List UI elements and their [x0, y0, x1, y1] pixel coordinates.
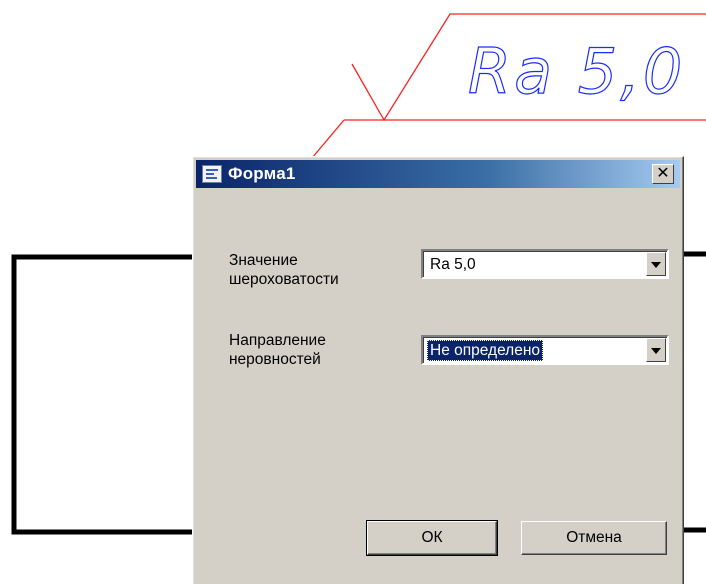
- irregularity-direction-label-line2: неровностей: [229, 351, 321, 368]
- irregularity-direction-selected: Не определено: [427, 340, 544, 361]
- roughness-value-label-line2: шероховатости: [229, 271, 339, 288]
- cancel-button[interactable]: Отмена: [521, 521, 667, 555]
- form-window-icon[interactable]: [202, 165, 222, 183]
- roughness-value-selected: Ra 5,0: [430, 256, 476, 273]
- dialog-titlebar[interactable]: Форма1 ✕: [196, 160, 680, 188]
- cad-canvas: Ra 5,0 Форма1 ✕ Значение шероховатости R…: [0, 0, 706, 584]
- close-button[interactable]: ✕: [652, 164, 674, 184]
- irregularity-direction-label-line1: Направление: [229, 332, 326, 349]
- roughness-annotation-text: Ra 5,0: [468, 35, 685, 108]
- roughness-leader-tail: [311, 119, 345, 159]
- chevron-down-icon[interactable]: [646, 338, 666, 362]
- roughness-value-combo[interactable]: Ra 5,0: [421, 249, 669, 279]
- roughness-value-label: Значение шероховатости: [229, 251, 339, 289]
- close-icon: ✕: [656, 165, 670, 182]
- irregularity-direction-combo[interactable]: Не определено: [421, 335, 669, 365]
- ok-button[interactable]: ОК: [366, 520, 498, 556]
- chevron-down-icon[interactable]: [646, 252, 666, 276]
- part-outline-left: [11, 254, 192, 535]
- dialog-title: Форма1: [228, 164, 296, 183]
- irregularity-direction-label: Направление неровностей: [229, 331, 326, 369]
- form-dialog[interactable]: Форма1 ✕ Значение шероховатости Ra 5,0 Н…: [192, 156, 684, 584]
- roughness-value-label-line1: Значение: [229, 252, 298, 269]
